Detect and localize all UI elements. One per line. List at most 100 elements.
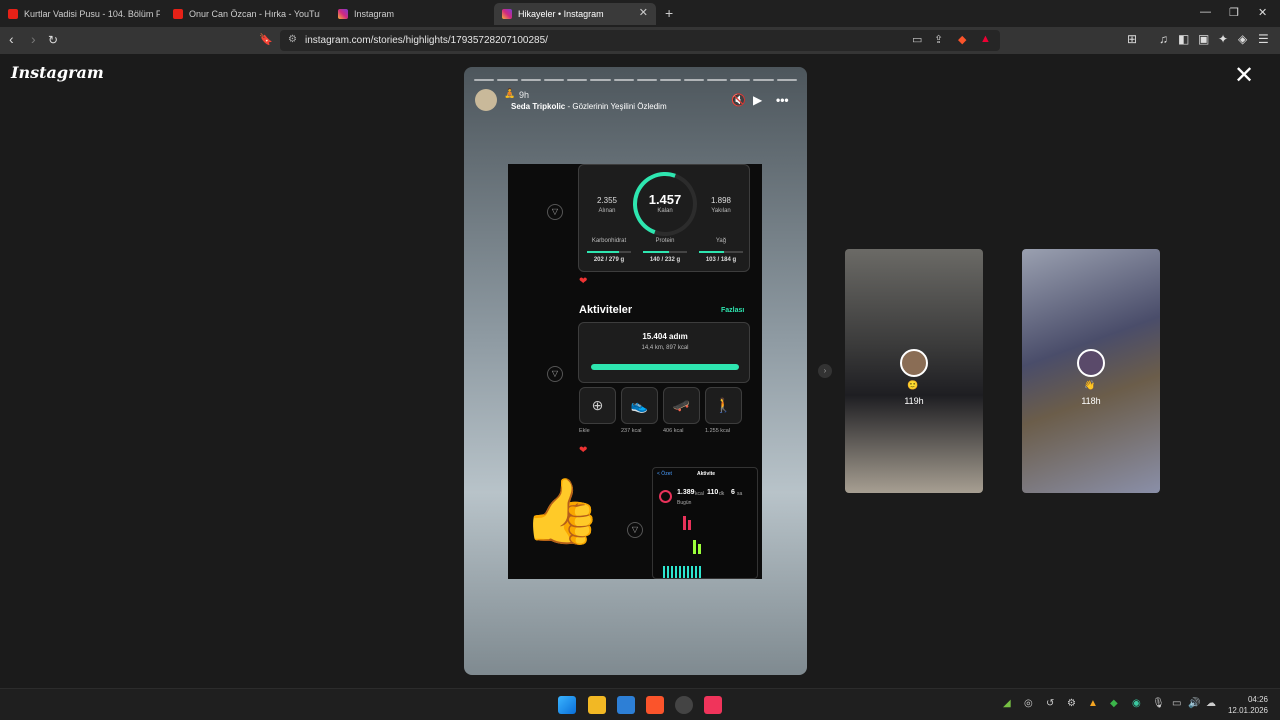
brave-shield-icon[interactable]: ◆: [958, 33, 966, 46]
volume-icon[interactable]: 🔊: [1188, 698, 1200, 709]
carb-bar: [587, 251, 631, 253]
tile-caption: 237 kcal: [621, 428, 642, 434]
brave-browser-icon[interactable]: [646, 696, 664, 714]
tab-label: Hikayeler • Instagram: [518, 9, 604, 19]
close-window-icon[interactable]: ✕: [1258, 6, 1267, 19]
thumbs-up-icon: 👍: [522, 475, 602, 547]
photos-icon[interactable]: [617, 696, 635, 714]
forward-icon[interactable]: ›: [31, 31, 36, 47]
preview-time: 118h: [1081, 396, 1101, 406]
leo-ai-icon[interactable]: ✦: [1218, 32, 1228, 46]
app-icon[interactable]: ▲: [1088, 698, 1098, 709]
fat-label: Yağ: [715, 238, 727, 244]
activity-mini-screenshot: < Özet Aktivite 1.389 kcal 110 dk 6 sa B…: [652, 467, 758, 579]
close-tab-icon[interactable]: ✕: [639, 6, 648, 19]
story-time: 9h: [519, 90, 530, 100]
burned-value: 1.898: [710, 196, 732, 205]
fat-value: 103 / 184 g: [705, 257, 737, 263]
settings-icon[interactable]: ⚙: [1067, 698, 1076, 709]
next-story-icon[interactable]: ›: [818, 364, 832, 378]
mini-move-unit: kcal: [695, 491, 704, 497]
nutrition-card: 2.355 Alınan 1.457 Kalan 1.898 Yakılan K…: [578, 164, 750, 272]
url-text[interactable]: instagram.com/stories/highlights/1793572…: [305, 35, 548, 46]
new-tab-button[interactable]: +: [665, 5, 673, 21]
fat-bar: [699, 251, 743, 253]
music-icon[interactable]: ♫: [1159, 32, 1168, 46]
tray-icon[interactable]: ↺: [1046, 698, 1054, 709]
apple-music-icon[interactable]: [704, 696, 722, 714]
minimize-icon[interactable]: —: [1200, 6, 1211, 18]
tab-label: Instagram: [354, 9, 395, 19]
play-icon[interactable]: ▶: [753, 93, 762, 107]
story-image: 2.355 Alınan 1.457 Kalan 1.898 Yakılan K…: [508, 164, 762, 579]
windows-start-icon[interactable]: [558, 696, 576, 714]
cast-icon[interactable]: ▭: [912, 33, 922, 46]
back-icon[interactable]: ‹: [9, 31, 14, 47]
story-preview-1[interactable]: 🙂 119h: [845, 249, 983, 493]
activity-rings-icon: [659, 490, 672, 503]
sidebar-icon[interactable]: ◧: [1178, 32, 1189, 46]
tab-kurtlar-vadisi[interactable]: Kurtlar Vadisi Pusu - 104. Bölüm FULL: [0, 3, 160, 25]
story-viewer[interactable]: 9h 🧘 Seda Tripkolic - Gözlerinin Yeşilin…: [464, 67, 807, 675]
restore-icon[interactable]: ❐: [1229, 6, 1239, 19]
reload-icon[interactable]: ↻: [48, 33, 58, 47]
story-preview-2[interactable]: 👋 118h: [1022, 249, 1160, 493]
wallet-2-icon[interactable]: ▣: [1198, 32, 1209, 46]
wallet-icon[interactable]: ⊞: [1127, 32, 1137, 46]
send-icon: ▽: [547, 366, 563, 382]
mini-exercise: 110: [707, 489, 719, 496]
avatar: [1077, 349, 1105, 377]
avatar: [900, 349, 928, 377]
heart-icon: ❤: [579, 445, 588, 456]
mini-move: 1.389: [677, 489, 695, 496]
display-icon[interactable]: ▭: [1172, 698, 1181, 709]
tile-caption: 1.255 kcal: [705, 428, 731, 434]
mute-icon[interactable]: 🔇: [731, 93, 746, 107]
address-bar[interactable]: ⚙ instagram.com/stories/highlights/17935…: [280, 30, 1000, 51]
music-artist: Seda Tripkolic: [511, 102, 566, 111]
move-chart: [683, 516, 686, 530]
tab-instagram[interactable]: Instagram: [330, 3, 490, 25]
preview-time: 119h: [904, 396, 924, 406]
nvidia-icon[interactable]: ◢: [1003, 698, 1011, 709]
heart-icon: ❤: [579, 276, 588, 287]
avatar[interactable]: [475, 89, 497, 111]
share-icon[interactable]: ⇪: [934, 33, 943, 46]
instagram-icon: [338, 9, 348, 19]
instagram-logo[interactable]: Instagram: [11, 63, 104, 82]
network-icon[interactable]: ☁: [1206, 698, 1216, 709]
exercise-chart: [693, 540, 696, 554]
remaining-label: Kalan: [657, 208, 673, 214]
menu-icon[interactable]: ☰: [1258, 32, 1269, 46]
security-icon[interactable]: ◉: [1132, 698, 1141, 709]
microphone-icon[interactable]: 🎙: [1152, 698, 1165, 709]
carb-label: Karbonhidrat: [591, 238, 627, 244]
bookmark-icon[interactable]: 🔖: [259, 33, 273, 46]
clock-date: 12.01.2026: [1227, 706, 1268, 715]
clock-time: 04:26: [1247, 695, 1268, 704]
instagram-page: Instagram ✕ 9h 🧘 Seda Tripkolic - Gözler…: [0, 54, 1280, 688]
youtube-icon: [173, 9, 183, 19]
carb-value: 202 / 279 g: [593, 257, 625, 263]
site-info-icon[interactable]: ⚙: [288, 34, 297, 45]
steam-icon[interactable]: ◎: [1024, 698, 1033, 709]
mini-stand-unit: sa: [737, 491, 743, 497]
mini-stand: 6: [731, 489, 735, 496]
system-clock[interactable]: 04:26 12.01.2026: [1228, 694, 1268, 716]
github-icon[interactable]: [675, 696, 693, 714]
brave-rewards-icon[interactable]: ▲: [980, 33, 991, 45]
mini-back: < Özet: [657, 471, 672, 477]
tab-hikayeler[interactable]: Hikayeler • Instagram ✕: [494, 3, 656, 25]
file-explorer-icon[interactable]: [588, 696, 606, 714]
music-info[interactable]: Seda Tripkolic - Gözlerinin Yeşilini Özl…: [511, 102, 667, 111]
steps-value: 15.404 adım: [642, 332, 688, 341]
scrollbar[interactable]: [1270, 54, 1280, 688]
tile-caption: 406 kcal: [663, 428, 684, 434]
close-story-icon[interactable]: ✕: [1234, 64, 1254, 88]
app-icon[interactable]: ◆: [1110, 698, 1118, 709]
remaining-value: 1.457: [648, 192, 682, 207]
vpn-icon[interactable]: ◈: [1238, 32, 1247, 46]
tab-onur-can[interactable]: Onur Can Özcan - Hırka - YouTube: [165, 3, 320, 25]
story-progress: [474, 79, 797, 81]
more-options-icon[interactable]: •••: [776, 93, 789, 107]
